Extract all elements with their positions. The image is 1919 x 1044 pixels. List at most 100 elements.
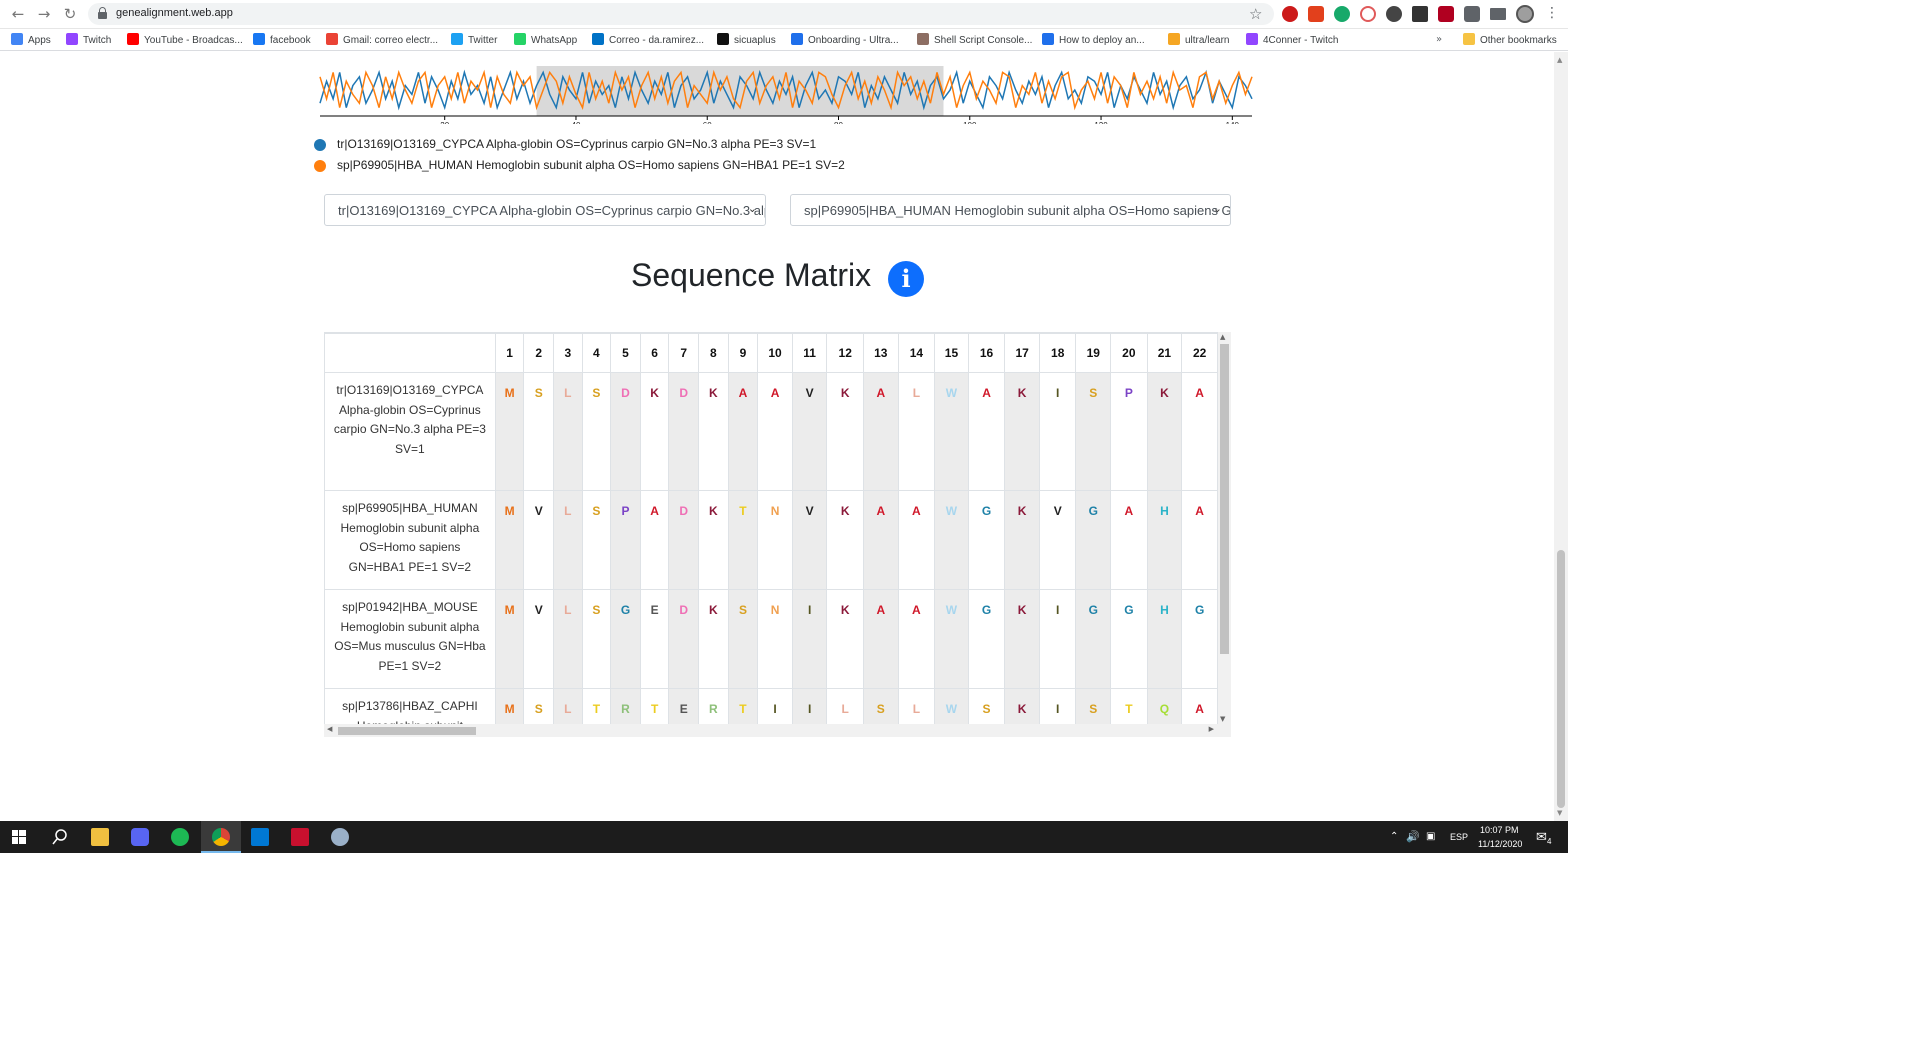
scroll-up-icon[interactable]: ▲ [1557,56,1562,64]
residue-cell: W [934,589,969,689]
chrome-icon[interactable] [212,828,230,846]
facebook-icon [253,33,265,45]
bookmark-how-to-deploy[interactable]: How to deploy an... [1042,33,1145,48]
language-indicator[interactable]: ESP [1450,832,1468,842]
scrollbar-thumb[interactable] [1557,550,1565,808]
residue-cell: K [698,589,729,689]
info-icon[interactable]: i [888,261,924,297]
residue-cell: L [553,372,583,491]
residue-cell: A [1181,372,1218,491]
app-icon[interactable] [331,828,349,846]
right-sequence-select[interactable]: sp|P69905|HBA_HUMAN Hemoglobin subunit a… [790,194,1231,226]
residue-cell: T [581,688,612,727]
sequence-name-cell: sp|P13786|HBAZ_CAPHI Hemoglobin subunit [324,688,496,727]
bookmark-twitter[interactable]: Twitter [451,33,497,48]
notification-icon[interactable]: ✉ [1536,829,1547,845]
opera-extension-icon[interactable] [1282,6,1298,22]
scrollbar-thumb[interactable] [338,727,476,735]
extension-icon[interactable] [1360,6,1376,22]
table-row: sp|P69905|HBA_HUMAN Hemoglobin subunit a… [324,490,1218,590]
tray-overflow-icon[interactable]: ⌃ [1390,831,1398,842]
x-tick-label: 120 [1094,121,1108,124]
residue-cell: D [668,589,700,689]
scrollbar-thumb[interactable] [1220,344,1229,654]
scroll-right-icon[interactable]: ▶ [1209,725,1214,733]
column-header: 8 [698,333,729,373]
bookmark-twitch[interactable]: Twitch [66,33,111,48]
scroll-left-icon[interactable]: ◀ [327,725,332,733]
windows-start-icon[interactable] [12,830,26,844]
acrobat-icon[interactable] [291,828,309,846]
residue-cell: M [494,490,525,590]
browser-toolbar: ← → ↻ genealignment.web.app ☆ ⋮ [0,0,1568,29]
page-vertical-scrollbar[interactable]: ▲ ▼ [1554,52,1568,821]
residue-cell: E [639,589,670,689]
reload-icon[interactable]: ↻ [60,5,80,23]
url-text[interactable]: genealignment.web.app [116,7,233,19]
column-header: 12 [826,333,864,373]
search-icon[interactable] [52,829,68,845]
network-icon[interactable]: ▣ [1426,831,1435,842]
residue-cell: L [553,589,583,689]
reading-list-icon[interactable] [1490,8,1506,20]
residue-cell: P [1110,372,1148,491]
clock-date[interactable]: 11/12/2020 [1478,839,1522,849]
folder-pencil-icon [1168,33,1180,45]
alignment-line-chart[interactable]: 20 40 60 80 100 120 140 [312,64,1262,124]
bookmarks-overflow-icon[interactable]: » [1436,34,1442,45]
residue-cell: V [791,372,828,491]
residue-cell: P [610,490,641,590]
residue-cell: G [967,490,1006,590]
bookmark-gmail[interactable]: Gmail: correo electr... [326,33,438,48]
bookmark-other[interactable]: Other bookmarks [1463,33,1557,48]
column-header: 16 [967,333,1006,373]
bookmark-apps[interactable]: Apps [11,33,51,48]
bookmark-youtube[interactable]: YouTube - Broadcas... [127,33,243,48]
left-sequence-select[interactable]: tr|O13169|O13169_CYPCA Alpha-globin OS=C… [324,194,766,226]
scroll-down-icon[interactable]: ▼ [1557,809,1562,817]
bookmark-shell-script[interactable]: Shell Script Console... [917,33,1032,48]
residue-cell: T [639,688,670,727]
matrix-horizontal-scrollbar[interactable]: ◀ ▶ [324,724,1231,737]
column-header: 14 [897,333,936,373]
bookmark-onboarding[interactable]: Onboarding - Ultra... [791,33,899,48]
twitch-icon [66,33,78,45]
vscode-icon[interactable] [251,828,269,846]
bookmark-blackboard[interactable]: sicuaplus [717,33,776,48]
bookmark-whatsapp[interactable]: WhatsApp [514,33,577,48]
extension-icon[interactable] [1308,6,1324,22]
address-bar[interactable] [88,3,1274,25]
residue-cell: I [791,589,828,689]
scroll-up-icon[interactable]: ▲ [1220,333,1225,341]
sequence-matrix[interactable]: 1 2 3 4 5 6 7 8 9 10 11 12 13 14 15 16 17 18 19 20 21 22 tr|O… [324,332,1218,727]
puzzle-icon[interactable] [1464,6,1480,22]
extension-icon[interactable] [1412,6,1428,22]
bookmark-star-icon[interactable]: ☆ [1249,5,1262,23]
residue-cell: A [897,490,936,590]
grammarly-icon[interactable] [1334,6,1350,22]
bookmark-4conner[interactable]: 4Conner - Twitch [1246,33,1338,48]
bookmark-facebook[interactable]: facebook [253,33,311,48]
dark-mode-icon[interactable] [1386,6,1402,22]
residue-cell: A [967,372,1006,491]
column-header: 22 [1181,333,1218,373]
file-explorer-icon[interactable] [91,828,109,846]
clock-time[interactable]: 10:07 PM [1480,825,1519,835]
x-tick-label: 60 [703,121,712,124]
column-header: 17 [1004,333,1040,373]
ublock-icon[interactable] [1438,6,1454,22]
bookmark-outlook[interactable]: Correo - da.ramirez... [592,33,704,48]
residue-cell: G [1110,589,1148,689]
profile-avatar[interactable] [1516,5,1534,23]
residue-cell: G [1075,589,1112,689]
volume-icon[interactable]: 🔊 [1406,830,1420,843]
bookmark-ultra-learn[interactable]: ultra/learn [1168,33,1229,48]
matrix-vertical-scrollbar[interactable]: ▲ ▼ [1218,332,1231,724]
residue-cell: S [727,589,759,689]
spotify-icon[interactable] [171,828,189,846]
discord-icon[interactable] [131,828,149,846]
scroll-down-icon[interactable]: ▼ [1220,715,1225,723]
menu-kebab-icon[interactable]: ⋮ [1545,5,1559,21]
back-arrow-icon[interactable]: ← [8,5,28,23]
forward-arrow-icon[interactable]: → [34,5,54,23]
